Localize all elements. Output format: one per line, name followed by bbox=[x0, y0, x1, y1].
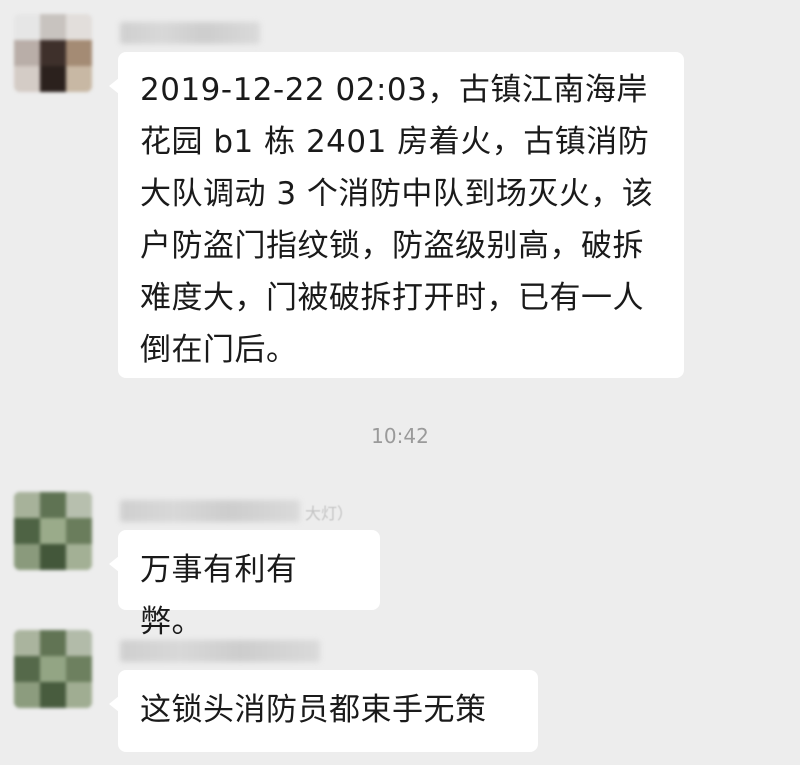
sender-name bbox=[120, 640, 320, 662]
chat-view: 2019-12-22 02:03，古镇江南海岸花园 b1 栋 2401 房着火，… bbox=[0, 0, 800, 765]
message-bubble[interactable]: 2019-12-22 02:03，古镇江南海岸花园 b1 栋 2401 房着火，… bbox=[109, 52, 684, 378]
message-text: 2019-12-22 02:03，古镇江南海岸花园 b1 栋 2401 房着火，… bbox=[140, 72, 654, 368]
sender-name bbox=[120, 22, 260, 44]
avatar[interactable] bbox=[14, 630, 92, 708]
sender-name-tail: 大灯） bbox=[305, 504, 354, 523]
timestamp: 10:42 bbox=[371, 424, 429, 448]
message-text: 这锁头消防员都束手无策 bbox=[140, 692, 487, 728]
avatar[interactable] bbox=[14, 14, 92, 92]
message-text: 万事有利有弊。 bbox=[140, 552, 298, 640]
avatar[interactable] bbox=[14, 492, 92, 570]
message-bubble[interactable]: 这锁头消防员都束手无策 bbox=[109, 670, 538, 752]
message-bubble[interactable]: 万事有利有弊。 bbox=[109, 530, 380, 640]
sender-name bbox=[120, 500, 300, 522]
